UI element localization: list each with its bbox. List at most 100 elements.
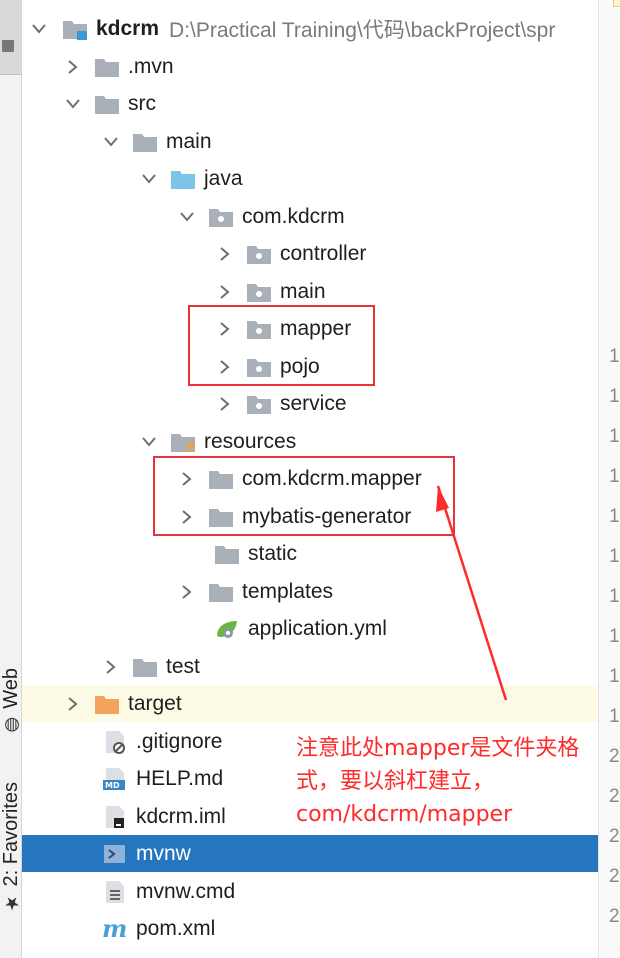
chevron-down-icon[interactable] — [62, 93, 84, 115]
tree-item-label: HELP.md — [136, 766, 224, 790]
project-name: kdcrm — [96, 16, 160, 40]
tree-item-com-kdcrm[interactable]: com.kdcrm — [22, 198, 598, 235]
chevron-right-icon[interactable] — [100, 656, 122, 678]
tree-item-mvnw[interactable]: mvnw — [22, 835, 598, 872]
line-number: 1 — [609, 506, 620, 527]
tree-item-label: resources — [204, 429, 297, 453]
package-icon — [208, 205, 236, 229]
folder-icon — [214, 542, 242, 566]
svg-text:MD: MD — [105, 781, 120, 790]
svg-text:m: m — [102, 917, 127, 941]
tree-item-controller[interactable]: controller — [22, 235, 598, 272]
line-number: 1 — [609, 546, 620, 567]
tree-item-label: templates — [242, 579, 334, 603]
annotation-line: com/kdcrm/mapper — [296, 802, 513, 827]
folder-icon — [132, 130, 160, 154]
chevron-down-icon[interactable] — [28, 18, 50, 40]
chevron-right-icon[interactable] — [214, 281, 236, 303]
chevron-right-icon[interactable] — [176, 468, 198, 490]
package-icon — [246, 242, 274, 266]
tree-item-label: kdcrm.iml — [136, 804, 226, 828]
source-folder-icon — [170, 167, 198, 191]
tree-item-target[interactable]: target — [22, 685, 598, 722]
tree-item-resources[interactable]: resources — [22, 423, 598, 460]
annotation-note: 注意此处mapper是文件夹格 式，要以斜杠建立， com/kdcrm/mapp… — [296, 732, 606, 831]
tree-item-label: java — [204, 166, 243, 190]
chevron-right-icon[interactable] — [214, 318, 236, 340]
tree-item-label: com.kdcrm.mapper — [242, 466, 422, 490]
module-file-icon — [102, 805, 130, 829]
package-icon — [246, 280, 274, 304]
chevron-down-icon[interactable] — [100, 131, 122, 153]
module-folder-icon — [62, 17, 90, 41]
annotation-line: 式，要以斜杠建立， — [296, 769, 495, 794]
project-path: D:\Practical Training\代码\backProject\spr — [169, 18, 556, 42]
project-tool-button[interactable] — [0, 0, 22, 75]
tree-item-label: mybatis-generator — [242, 504, 412, 528]
chevron-right-icon[interactable] — [62, 693, 84, 715]
chevron-down-icon[interactable] — [138, 168, 160, 190]
tree-item-label: static — [248, 541, 298, 565]
tree-item-label: service — [280, 391, 347, 415]
folder-icon — [208, 580, 236, 604]
favorites-tool-tab[interactable]: ★ 2: Favorites — [0, 782, 23, 913]
line-number: 2 — [609, 826, 620, 847]
web-icon: ◍ — [1, 714, 22, 736]
tree-item-label: com.kdcrm — [242, 204, 345, 228]
tree-item-label: pojo — [280, 354, 320, 378]
tree-item-templates[interactable]: templates — [22, 573, 598, 610]
tree-item-mapper[interactable]: mapper — [22, 310, 598, 347]
chevron-down-icon[interactable] — [176, 206, 198, 228]
favorites-tab-label: 2: Favorites — [0, 782, 22, 887]
chevron-right-icon[interactable] — [176, 506, 198, 528]
web-tool-tab[interactable]: ◍ Web — [0, 668, 23, 736]
line-number: 2 — [609, 746, 620, 767]
chevron-right-icon[interactable] — [214, 243, 236, 265]
line-number: 1 — [609, 666, 620, 687]
markdown-file-icon: MD — [102, 767, 130, 791]
tree-item-pojo[interactable]: pojo — [22, 348, 598, 385]
line-number: 1 — [609, 426, 620, 447]
tree-item-mybatis-generator[interactable]: mybatis-generator — [22, 498, 598, 535]
spring-config-icon — [214, 617, 242, 641]
maven-icon: m — [102, 917, 130, 941]
tree-item-label: mapper — [280, 316, 352, 340]
tree-item-mvn[interactable]: .mvn — [22, 48, 598, 85]
web-tab-label: Web — [0, 668, 22, 709]
folder-icon — [132, 655, 160, 679]
chevron-right-icon[interactable] — [214, 393, 236, 415]
folder-icon — [94, 92, 122, 116]
tree-item-java[interactable]: java — [22, 160, 598, 197]
chevron-right-icon[interactable] — [176, 581, 198, 603]
line-number: 2 — [609, 786, 620, 807]
chevron-right-icon[interactable] — [62, 56, 84, 78]
tree-item-service[interactable]: service — [22, 385, 598, 422]
chevron-down-icon[interactable] — [138, 431, 160, 453]
tree-item-static[interactable]: static — [22, 535, 598, 572]
left-tool-strip: ◍ Web ★ 2: Favorites — [0, 0, 22, 958]
tree-item-main-package[interactable]: main — [22, 273, 598, 310]
package-icon — [246, 355, 274, 379]
star-icon: ★ — [1, 892, 22, 914]
tree-item-pom-xml[interactable]: m pom.xml — [22, 910, 598, 947]
line-number: 2 — [609, 906, 620, 927]
folder-icon — [94, 55, 122, 79]
tree-item-mvnw-cmd[interactable]: mvnw.cmd — [22, 873, 598, 910]
tree-item-test[interactable]: test — [22, 648, 598, 685]
tree-item-application-yml[interactable]: application.yml — [22, 610, 598, 647]
folder-icon — [208, 467, 236, 491]
tree-item-src[interactable]: src — [22, 85, 598, 122]
folder-icon — [2, 40, 14, 52]
tree-item-label: main — [280, 279, 326, 303]
chevron-right-icon[interactable] — [214, 356, 236, 378]
tree-item-label: mvnw — [136, 841, 191, 865]
shell-script-icon — [102, 842, 130, 866]
tree-item-label: application.yml — [248, 616, 387, 640]
tree-item-label: main — [166, 129, 212, 153]
tree-item-label: .gitignore — [136, 729, 223, 753]
folder-icon — [208, 505, 236, 529]
tree-item-res-mapper[interactable]: com.kdcrm.mapper — [22, 460, 598, 497]
ignored-file-icon — [102, 730, 130, 754]
tree-item-main[interactable]: main — [22, 123, 598, 160]
tree-item-kdcrm[interactable]: kdcrm D:\Practical Training\代码\backProje… — [22, 10, 598, 47]
